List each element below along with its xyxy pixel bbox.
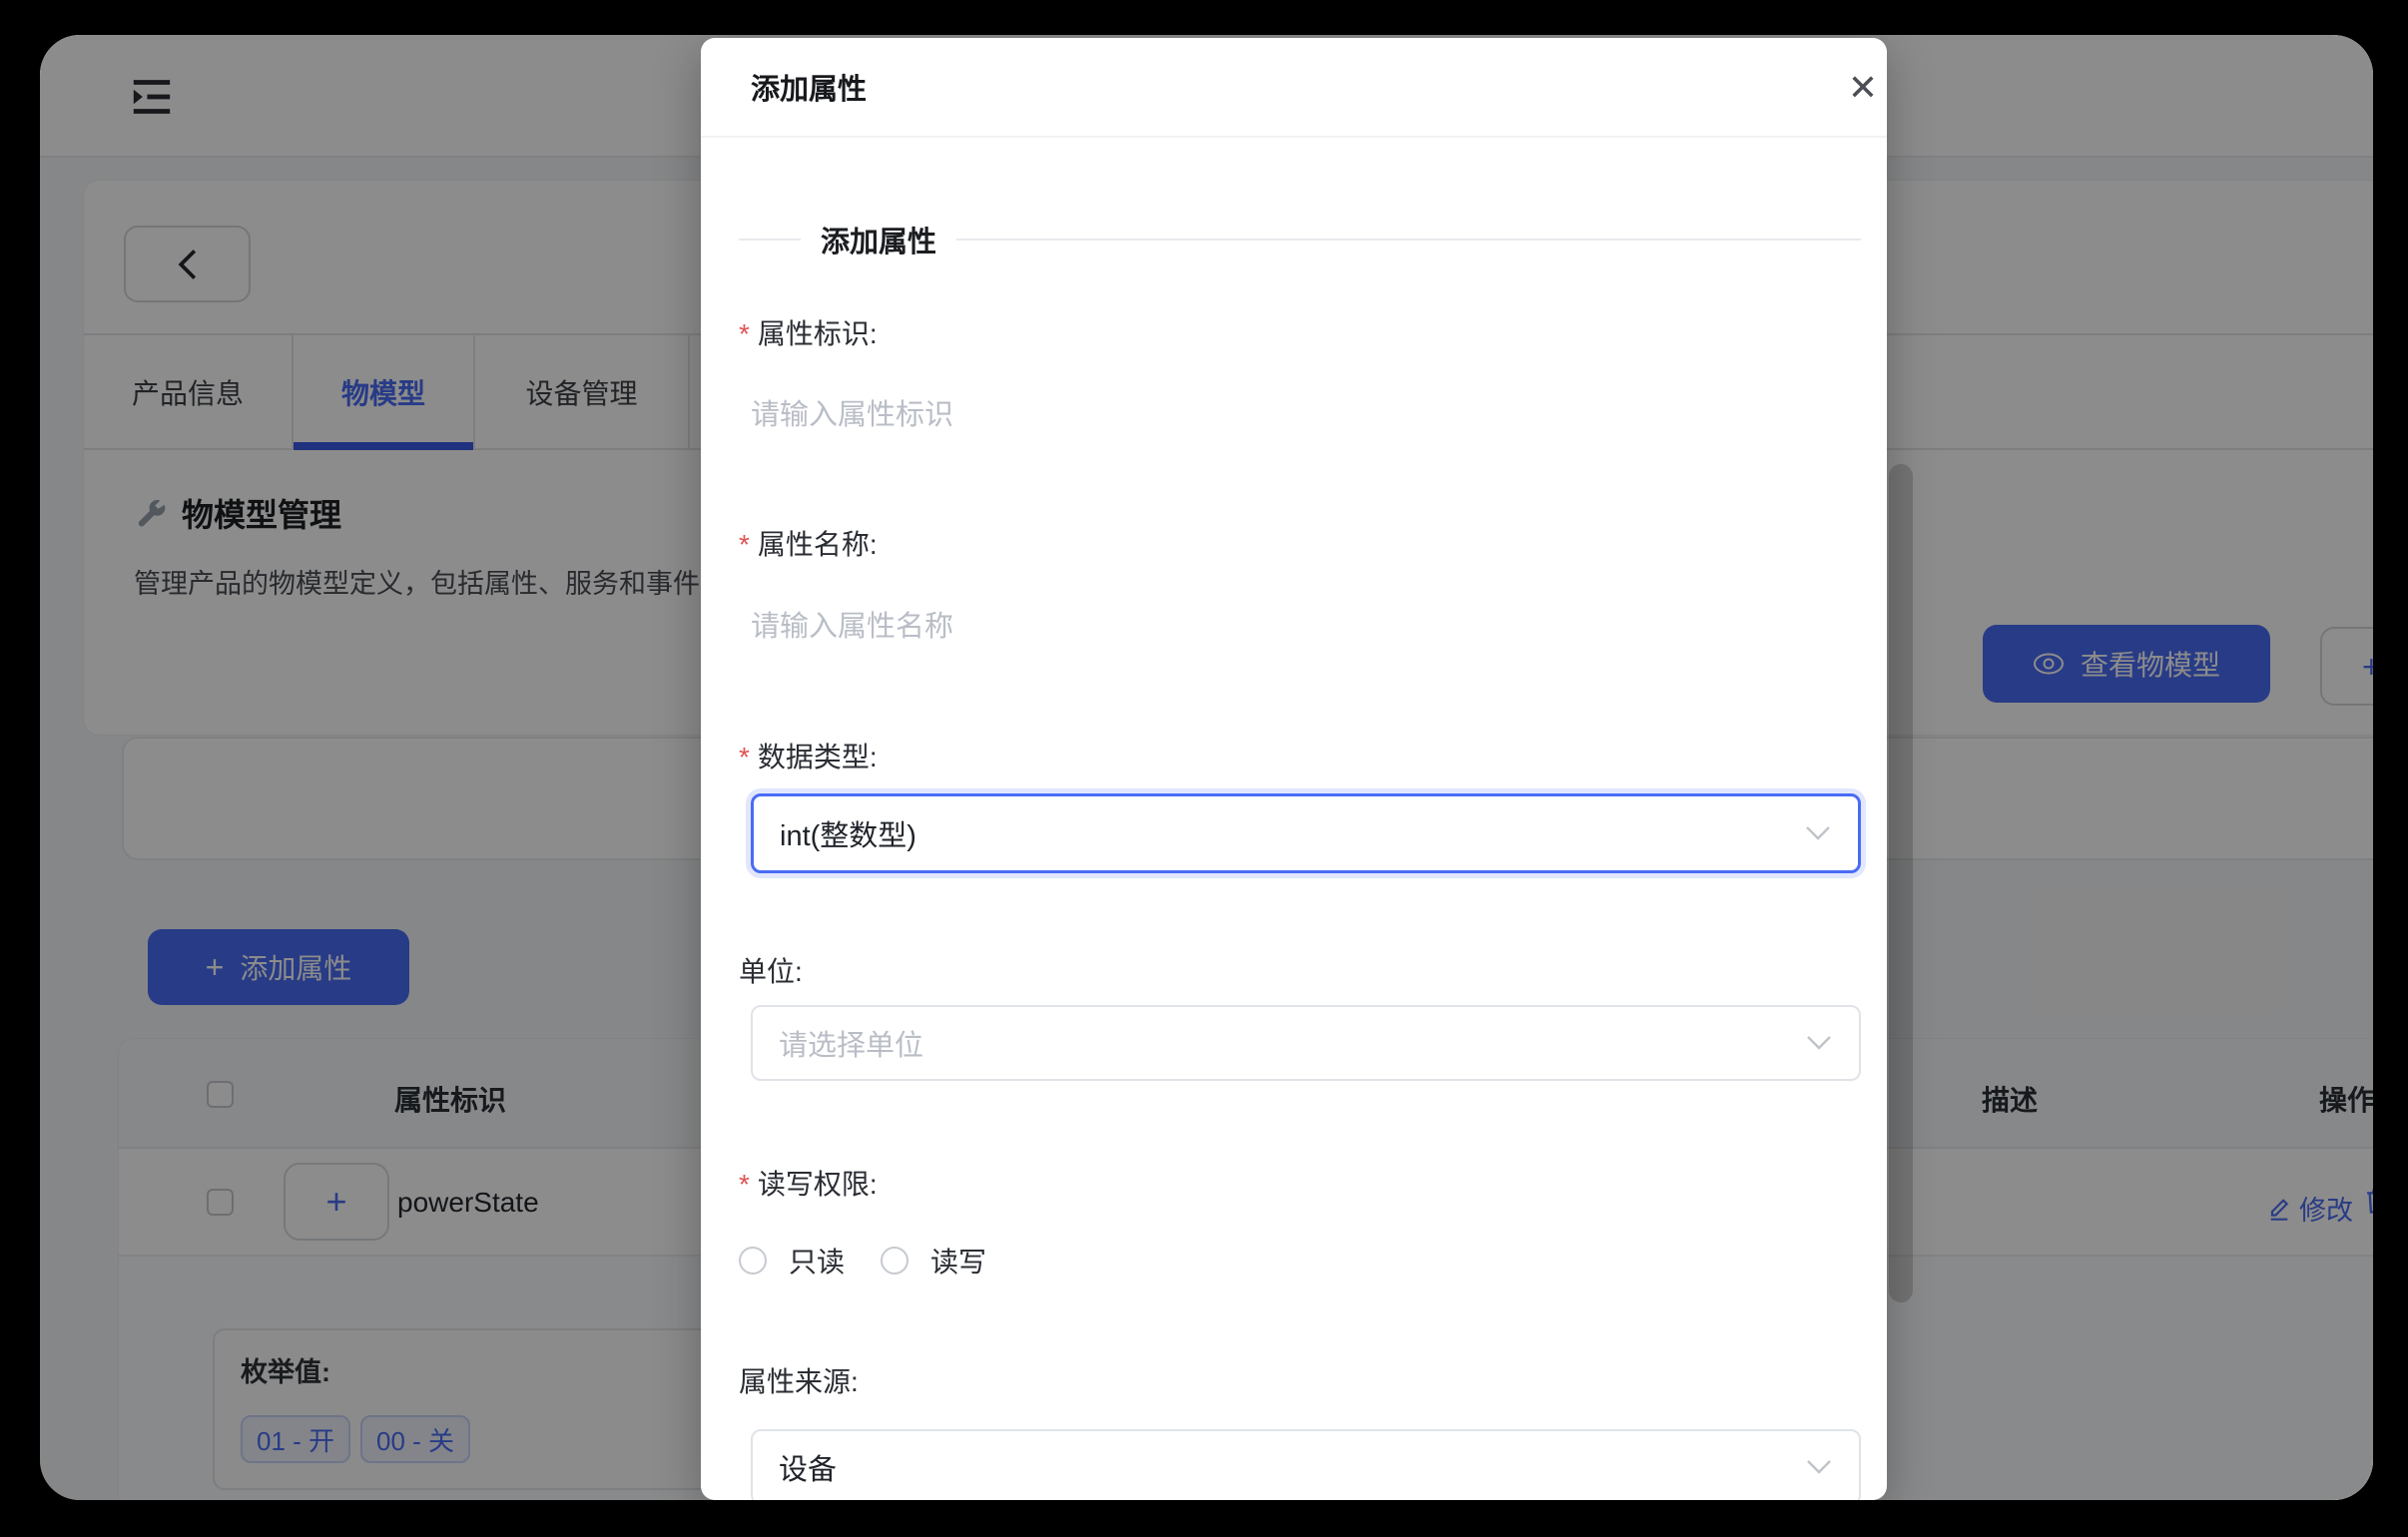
name-field-label: * 属性名称: [739, 528, 878, 562]
modal-scrollbar-thumb[interactable] [1889, 464, 1913, 1302]
permission-field-label: * 读写权限: [739, 1168, 878, 1202]
source-select[interactable]: 设备 [751, 1429, 1861, 1500]
modal-title: 添加属性 [751, 66, 867, 108]
name-input[interactable] [751, 605, 1861, 649]
permission-radio-group: 只读 读写 [739, 1241, 986, 1281]
modal-header: 添加属性 [701, 38, 1887, 138]
required-asterisk: * [739, 528, 750, 562]
required-asterisk: * [739, 1168, 750, 1202]
unit-select[interactable]: 请选择单位 [751, 1005, 1861, 1081]
radio-read-write[interactable] [881, 1247, 908, 1275]
app-window: 产品信息 物模型 设备管理 物模型管理 管理产品的物模型定义，包括属性、服务和事… [40, 35, 2373, 1500]
close-icon[interactable]: ✕ [1839, 64, 1887, 112]
chevron-down-icon [1804, 824, 1832, 842]
unit-field-label: 单位: [739, 955, 803, 989]
chevron-down-icon [1805, 1034, 1833, 1052]
identifier-field-label: * 属性标识: [739, 317, 878, 351]
source-field-label: 属性来源: [739, 1365, 859, 1399]
add-property-modal: 添加属性 ✕ 添加属性 * 属性标识: * 属性名称: * 数据类型: int(… [701, 38, 1887, 1500]
divider-line [956, 239, 1861, 241]
modal-section-title: 添加属性 [821, 219, 936, 260]
data-type-field-label: * 数据类型: [739, 741, 878, 774]
identifier-input[interactable] [751, 393, 1861, 437]
chevron-down-icon [1805, 1458, 1833, 1476]
divider-line [739, 239, 801, 241]
required-asterisk: * [739, 317, 750, 351]
modal-section-divider: 添加属性 [739, 218, 1861, 261]
data-type-select[interactable]: int(整数型) [751, 793, 1861, 873]
required-asterisk: * [739, 741, 750, 774]
radio-read-only[interactable] [739, 1247, 767, 1275]
